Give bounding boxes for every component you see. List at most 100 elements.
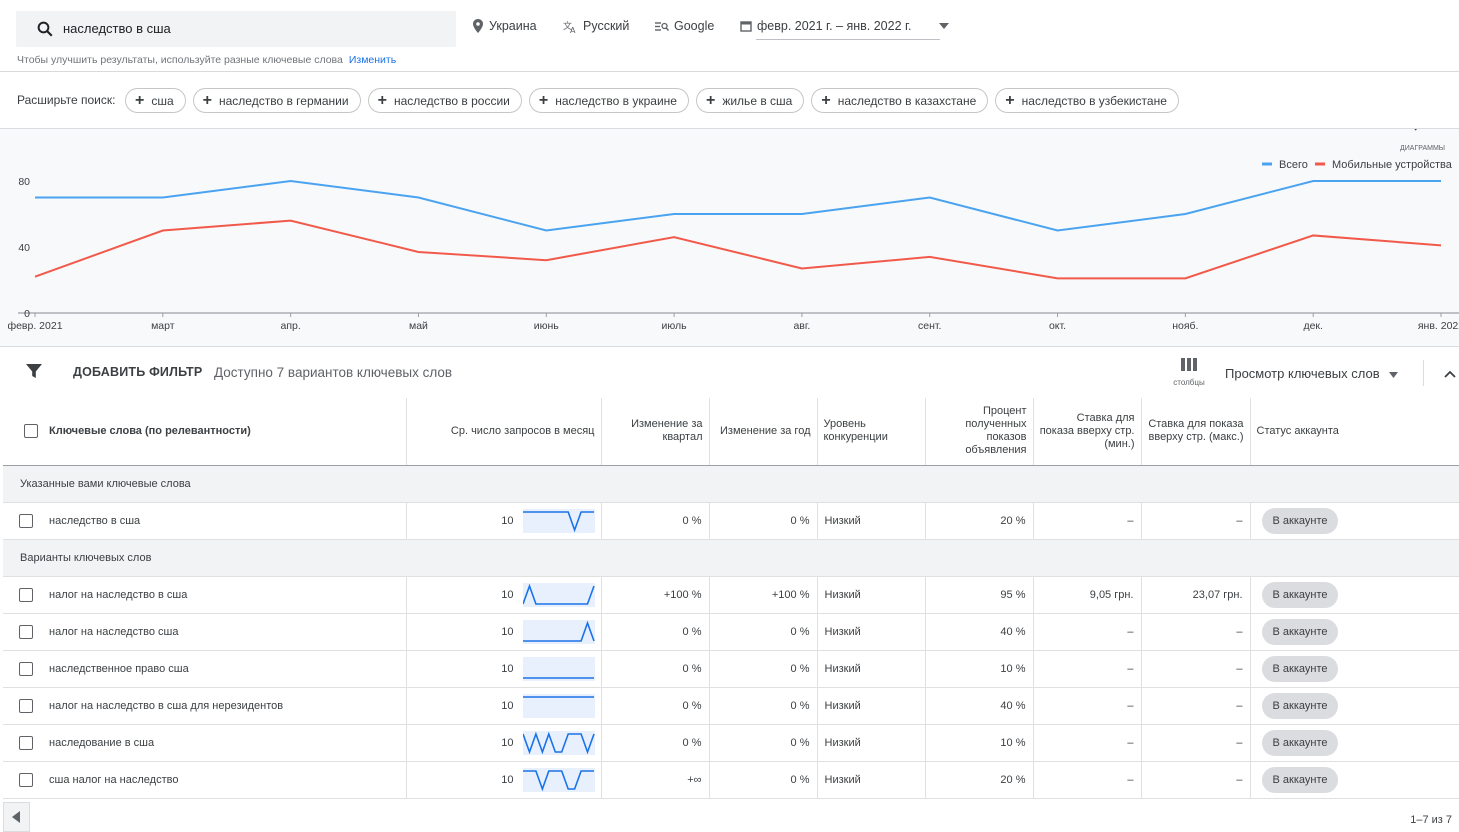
chip-label: сша [151,93,174,108]
header-competition[interactable]: Уровень конкуренции [817,398,926,466]
suggestion-chip[interactable]: + сша [125,88,186,113]
date-range-selector[interactable]: февр. 2021 г. – янв. 2022 г. [740,19,949,33]
bid-high-cell: 23,07 грн. [1141,576,1251,614]
suggestion-chip[interactable]: + наследство в россии [367,88,522,113]
table-row[interactable]: наследство в сша 10 0 % 0 % Низкий 20 % – – В ак… [3,502,1459,540]
suggestion-chip[interactable]: + наследство в украине [528,88,689,113]
in-account-button[interactable]: В аккаунте [1261,692,1339,719]
network-selector[interactable]: Google [655,19,714,33]
header-volume[interactable]: Ср. число запросов в месяц [406,398,602,466]
table-row[interactable]: наследственное право сша 10 0 % 0 % Низкий 10… [3,650,1459,688]
keywords-table: Ключевые слова (по релевантности) Ср. чи… [3,398,1459,799]
row-checkbox[interactable] [3,502,43,540]
table-row[interactable]: налог на наследство сша 10 0 % 0 % Низкий 40 … [3,613,1459,651]
search-box[interactable]: наследство в сша [16,11,456,47]
table-row[interactable]: налог на наследство в сша 10 +100 % +100 % Н… [3,576,1459,614]
in-account-button[interactable]: В аккаунте [1261,507,1339,534]
table-row[interactable]: наследование в сша 10 0 % 0 % Низкий 10 % – – В … [3,724,1459,762]
bid-high-cell: – [1141,650,1251,688]
suggestion-chip[interactable]: + наследство в казахстане [811,88,989,113]
suggestion-chip[interactable]: + жилье в сша [695,88,805,113]
trend-sparkline [522,582,595,607]
keyword-cell: наследование в сша [43,724,407,762]
in-account-button[interactable]: В аккаунте [1261,618,1339,645]
view-keywords-dropdown[interactable]: Просмотр ключевых слов [1225,366,1399,381]
trend-sparkline [522,730,595,755]
chip-label: наследство в германии [219,93,349,108]
row-checkbox[interactable] [3,576,43,614]
search-input[interactable]: наследство в сша [63,21,171,36]
chip-label: наследство в узбекистане [1021,93,1167,108]
plus-icon: + [377,91,387,109]
competition-cell: Низкий [817,650,926,688]
network-search-icon [655,21,669,31]
status-cell: В аккаунте [1250,502,1459,540]
search-hint: Чтобы улучшить результаты, используйте р… [17,54,396,66]
quarter-change-cell: +100 % [601,576,710,614]
table-header-row: Ключевые слова (по релевантности) Ср. чи… [3,398,1459,466]
volume-cell: 10 [406,576,602,614]
year-change-cell: 0 % [709,613,818,651]
date-range-underline [756,39,940,40]
location-label: Украина [489,19,537,33]
group-header-row: Варианты ключевых слов [3,539,1459,577]
bid-low-cell: – [1033,687,1142,725]
y-tick-label: 80 [18,176,30,188]
group-label: Варианты ключевых слов [3,539,1459,577]
trend-sparkline [522,508,595,533]
calendar-icon [740,21,752,32]
volume-value: 10 [501,699,514,712]
header-quarter-change[interactable]: Изменение за квартал [601,398,710,466]
in-account-button[interactable]: В аккаунте [1261,766,1339,793]
year-change-cell: +100 % [709,576,818,614]
header-bid-high[interactable]: Ставка для показа вверху стр. (макс.) [1141,398,1251,466]
language-label: Русский [583,19,630,33]
suggestion-chip[interactable]: + наследство в германии [192,88,361,113]
search-icon [37,21,53,37]
scroll-left-button[interactable] [3,802,30,832]
keyword-cell: наследственное право сша [43,650,407,688]
competition-cell: Низкий [817,613,926,651]
select-all-checkbox[interactable] [3,398,43,466]
in-account-button[interactable]: В аккаунте [1261,581,1339,608]
row-checkbox[interactable] [3,687,43,725]
suggestion-chips: + сша + наследство в германии + наследство в … [125,88,1179,113]
header-year-change[interactable]: Изменение за год [709,398,818,466]
group-header-row: Указанные вами ключевые слова [3,465,1459,503]
impression-share-cell: 40 % [925,613,1034,651]
chip-label: наследство в россии [393,93,510,108]
status-cell: В аккаунте [1250,613,1459,651]
location-selector[interactable]: Украина [472,19,537,33]
row-checkbox[interactable] [3,761,43,799]
quarter-change-cell: 0 % [601,687,710,725]
columns-button[interactable]: столбцы [1170,358,1208,387]
chip-label: наследство в украине [555,93,677,108]
plus-icon: + [1005,91,1015,109]
header-impression-share[interactable]: Процент полученных показов объявления [925,398,1034,466]
change-link[interactable]: Изменить [349,54,396,66]
row-checkbox[interactable] [3,724,43,762]
add-filter-button[interactable]: ДОБАВИТЬ ФИЛЬТР [73,365,202,379]
expand-search-bar: Расширьте поиск: + сша + наследство в герма… [0,72,1459,129]
chip-label: жилье в сша [722,93,793,108]
language-selector[interactable]: 文A Русский [563,19,629,33]
row-checkbox[interactable] [3,650,43,688]
divider [1423,360,1424,386]
bid-low-cell: – [1033,650,1142,688]
header-keyword[interactable]: Ключевые слова (по релевантности) [43,398,407,466]
table-row[interactable]: налог на наследство в сша для нерезидент… [3,687,1459,725]
in-account-button[interactable]: В аккаунте [1261,729,1339,756]
header-account-status[interactable]: Статус аккаунта [1250,398,1459,466]
volume-value: 10 [501,588,514,601]
collapse-chevron-icon[interactable] [1444,365,1456,381]
bid-high-cell: – [1141,724,1251,762]
in-account-button[interactable]: В аккаунте [1261,655,1339,682]
suggestion-chip[interactable]: + наследство в узбекистане [995,88,1179,113]
bid-low-cell: – [1033,761,1142,799]
table-row[interactable]: сша налог на наследство 10 +∞ 0 % Низкий 20 %… [3,761,1459,799]
header-bid-low[interactable]: Ставка для показа вверху стр. (мин.) [1033,398,1142,466]
trend-sparkline [522,767,595,792]
filter-icon[interactable] [25,362,43,380]
row-checkbox[interactable] [3,613,43,651]
keyword-cell: налог на наследство сша [43,613,407,651]
